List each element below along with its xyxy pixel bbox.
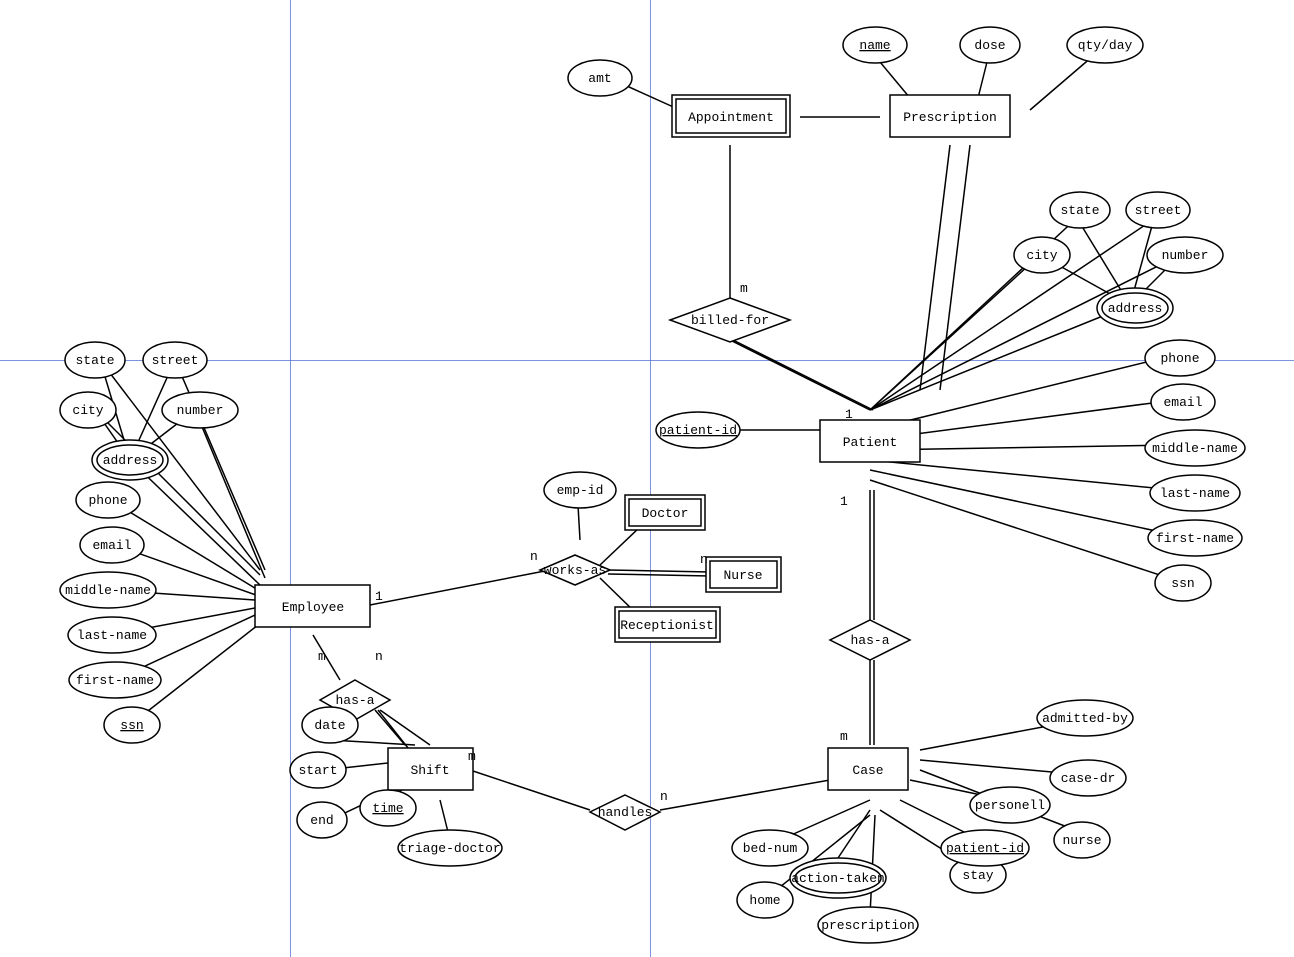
appointment-label: Appointment: [688, 110, 774, 125]
attr-pres-name-label: name: [859, 38, 890, 53]
doctor-label: Doctor: [642, 506, 689, 521]
attr-patient-city-label: city: [1026, 248, 1057, 263]
card-patient-has-a-1: 1: [840, 494, 848, 509]
attr-emp-state-label: state: [75, 353, 114, 368]
card-shift-handles-m: m: [468, 749, 476, 764]
employee-has-a-label: has-a: [335, 693, 374, 708]
billed-for-label: billed-for: [691, 313, 769, 328]
attr-case-personell-label: personell: [975, 798, 1045, 813]
attr-shift-start-label: start: [298, 763, 337, 778]
attr-patient-first-name-label: first-name: [1156, 531, 1234, 546]
attr-case-nurse-label: nurse: [1062, 833, 1101, 848]
attr-patient-last-name-label: last-name: [1160, 486, 1230, 501]
card-emp-has-a-n: n: [375, 649, 383, 664]
attr-emp-number-label: number: [177, 403, 224, 418]
attr-admitted-by-label: admitted-by: [1042, 711, 1128, 726]
attr-amt-label: amt: [588, 71, 611, 86]
attr-case-dr-label: case-dr: [1061, 771, 1116, 786]
attr-shift-end-label: end: [310, 813, 333, 828]
attr-case-bed-num-label: bed-num: [743, 841, 798, 856]
patient-has-a-label: has-a: [850, 633, 889, 648]
attr-triage-doctor-label: triage-doctor: [399, 841, 500, 856]
attr-emp-first-name-label: first-name: [76, 673, 154, 688]
handles-label: handles: [598, 805, 653, 820]
works-as-label: works-as: [544, 563, 606, 578]
card-billed-for-m: m: [740, 281, 748, 296]
attr-case-stay-label: stay: [962, 868, 993, 883]
nurse-label: Nurse: [723, 568, 762, 583]
attr-patient-number-label: number: [1162, 248, 1209, 263]
attr-emp-phone-label: phone: [88, 493, 127, 508]
attr-patient-street-label: street: [1135, 203, 1182, 218]
attr-shift-time-label: time: [372, 801, 403, 816]
card-patient-has-a-m: m: [840, 729, 848, 744]
attr-case-patient-id-label: patient-id: [946, 841, 1024, 856]
card-emp-has-a-m: m: [318, 649, 326, 664]
card-emp-works-as-n: n: [530, 549, 538, 564]
card-works-as-nurse-n: n: [700, 552, 708, 567]
attr-emp-id-label: emp-id: [557, 483, 604, 498]
attr-patient-state-label: state: [1060, 203, 1099, 218]
shift-label: Shift: [410, 763, 449, 778]
employee-label: Employee: [282, 600, 344, 615]
card-emp-works-as-1: 1: [375, 589, 383, 604]
receptionist-label: Receptionist: [620, 618, 714, 633]
attr-emp-street-label: street: [152, 353, 199, 368]
attr-emp-email-label: email: [92, 538, 131, 553]
attr-patient-ssn-label: ssn: [1171, 576, 1194, 591]
attr-qty-day-label: qty/day: [1078, 38, 1133, 53]
attr-case-prescription-label: prescription: [821, 918, 915, 933]
attr-emp-city-label: city: [72, 403, 103, 418]
patient-label: Patient: [843, 435, 898, 450]
card-handles-case-n: n: [660, 789, 668, 804]
attr-patient-email-label: email: [1163, 395, 1202, 410]
er-diagram-canvas: Appointment Prescription Patient Employe…: [0, 0, 1294, 957]
attr-action-taken-label: action-taken: [791, 871, 885, 886]
attr-patient-middle-name-label: middle-name: [1152, 441, 1238, 456]
er-diagram-svg: Appointment Prescription Patient Employe…: [0, 0, 1294, 957]
attr-shift-date-label: date: [314, 718, 345, 733]
attr-patient-address-label: address: [1108, 301, 1163, 316]
attr-case-home-label: home: [749, 893, 780, 908]
attr-emp-middle-name-label: middle-name: [65, 583, 151, 598]
card-billed-for-1: 1: [845, 407, 853, 422]
attr-patient-id-label: patient-id: [659, 423, 737, 438]
attr-patient-phone-label: phone: [1160, 351, 1199, 366]
attr-emp-last-name-label: last-name: [77, 628, 147, 643]
attr-dose-label: dose: [974, 38, 1005, 53]
attr-emp-ssn-label: ssn: [120, 718, 143, 733]
prescription-label: Prescription: [903, 110, 997, 125]
attr-emp-address-label: address: [103, 453, 158, 468]
case-label: Case: [852, 763, 883, 778]
